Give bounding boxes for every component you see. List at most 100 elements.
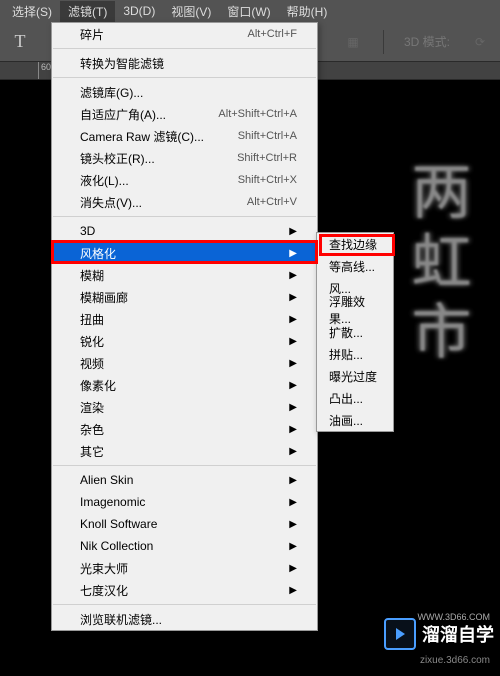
menu-item-label: 浏览联机滤镜... [80,611,162,628]
submenu-arrow-icon: ▶ [289,475,297,486]
stylize-menu-item[interactable]: 浮雕效果... [317,299,393,321]
submenu-arrow-icon: ▶ [289,270,297,281]
watermark-logo-icon [384,618,416,650]
submenu-arrow-icon: ▶ [289,292,297,303]
submenu-arrow-icon: ▶ [289,402,297,413]
stylize-menu-item[interactable]: 等高线... [317,255,393,277]
filter-menu-item[interactable]: 风格化 ▶ [52,242,317,264]
filter-menu-item[interactable]: Knoll Software▶ [52,513,317,535]
filter-menu-item[interactable]: 自适应广角(A)... Alt+Shift+Ctrl+A [52,103,317,125]
submenu-arrow-icon: ▶ [289,226,297,237]
menu-item-label: 其它 [80,443,104,460]
submenu-arrow-icon: ▶ [289,563,297,574]
menu-item-label: 锐化 [80,333,104,350]
panel-icon[interactable]: ▦ [343,32,363,52]
menu-view[interactable]: 视图(V) [163,1,219,22]
menu-item-label: 模糊 [80,267,104,284]
filter-menu-item[interactable]: 浏览联机滤镜... [52,608,317,630]
menu-item-label: 自适应广角(A)... [80,106,166,123]
submenu-arrow-icon: ▶ [289,424,297,435]
filter-menu-item[interactable]: 镜头校正(R)...Shift+Ctrl+R [52,147,317,169]
submenu-arrow-icon: ▶ [289,585,297,596]
filter-menu-item[interactable]: 像素化 ▶ [52,374,317,396]
filter-menu-item[interactable]: 其它 ▶ [52,440,317,462]
filter-menu-item[interactable]: 扭曲 ▶ [52,308,317,330]
filter-menu-item[interactable]: 3D ▶ [52,220,317,242]
watermark-sub: zixue.3d66.com [420,655,490,666]
filter-menu-item[interactable]: 杂色▶ [52,418,317,440]
toolbar-divider [383,30,384,54]
menu-separator [53,604,316,605]
filter-menu-item[interactable]: 锐化 ▶ [52,330,317,352]
menu-item-label: 滤镜库(G)... [80,84,143,101]
menu-item-label: 浮雕效果... [329,293,381,327]
menu-item-label: 视频 [80,355,104,372]
menu-item-shortcut: Alt+Ctrl+F [247,28,297,40]
menu-item-label: 液化(L)... [80,172,129,189]
menu-item-label: 消失点(V)... [80,194,142,211]
orbit-icon[interactable]: ⟳ [470,32,490,52]
menu-item-shortcut: Shift+Ctrl+R [237,152,297,164]
filter-menu-item[interactable]: 视频 ▶ [52,352,317,374]
submenu-arrow-icon: ▶ [289,380,297,391]
menu-item-label: 曝光过度 [329,368,377,385]
filter-menu-item[interactable]: 光束大师 ▶ [52,557,317,579]
menu-item-label: 拼贴... [329,346,363,363]
menu-item-label: 查找边缘 [329,236,377,253]
filter-menu-item[interactable]: 七度汉化 ▶ [52,579,317,601]
filter-dropdown: 碎片 Alt+Ctrl+F 转换为智能滤镜滤镜库(G)... 自适应广角(A)... A… [51,22,318,631]
menu-item-label: 凸出... [329,390,363,407]
filter-menu-item[interactable]: 消失点(V)... Alt+Ctrl+V [52,191,317,213]
menu-separator [53,48,316,49]
menu-item-shortcut: Alt+Shift+Ctrl+A [218,108,297,120]
stylize-menu-item[interactable]: 查找边缘 [317,233,393,255]
menu-item-label: Alien Skin [80,473,133,487]
submenu-arrow-icon: ▶ [289,248,297,259]
stylize-menu-item[interactable]: 曝光过度 [317,365,393,387]
submenu-arrow-icon: ▶ [289,446,297,457]
stylize-menu-item[interactable]: 油画... [317,409,393,431]
menu-select[interactable]: 选择(S) [4,1,60,22]
menu-window[interactable]: 窗口(W) [219,1,278,22]
filter-menu-item[interactable]: 模糊 ▶ [52,264,317,286]
menu-item-label: 等高线... [329,258,375,275]
filter-menu-item[interactable]: 滤镜库(G)... [52,81,317,103]
filter-menu-item[interactable]: 转换为智能滤镜 [52,52,317,74]
menu-item-label: 像素化 [80,377,116,394]
menu-3d[interactable]: 3D(D) [115,2,163,20]
menu-item-label: 3D [80,224,95,238]
menu-item-label: 风格化 [80,245,116,262]
filter-menu-item[interactable]: Imagenomic▶ [52,491,317,513]
menu-item-label: 七度汉化 [80,582,128,599]
submenu-arrow-icon: ▶ [289,497,297,508]
mode-label: 3D 模式: [404,33,450,50]
menu-item-label: 碎片 [80,26,104,43]
submenu-arrow-icon: ▶ [289,519,297,530]
submenu-arrow-icon: ▶ [289,314,297,325]
text-tool-icon[interactable]: T [10,32,30,52]
menu-item-shortcut: Shift+Ctrl+A [238,130,297,142]
filter-menu-item[interactable]: 碎片 Alt+Ctrl+F [52,23,317,45]
menu-item-label: 扭曲 [80,311,104,328]
submenu-arrow-icon: ▶ [289,358,297,369]
filter-menu-item[interactable]: Nik Collection▶ [52,535,317,557]
menu-item-label: 模糊画廊 [80,289,128,306]
filter-menu-item[interactable]: 模糊画廊 ▶ [52,286,317,308]
filter-menu-item[interactable]: 渲染▶ [52,396,317,418]
menu-item-shortcut: Alt+Ctrl+V [247,196,297,208]
canvas-text: 两虹市 [393,160,480,370]
submenu-arrow-icon: ▶ [289,336,297,347]
filter-menu-item[interactable]: 液化(L)... Shift+Ctrl+X [52,169,317,191]
stylize-menu-item[interactable]: 凸出... [317,387,393,409]
menu-help[interactable]: 帮助(H) [279,1,336,22]
menu-item-shortcut: Shift+Ctrl+X [238,174,297,186]
stylize-menu-item[interactable]: 扩散... [317,321,393,343]
filter-menu-item[interactable]: Alien Skin ▶ [52,469,317,491]
watermark: 溜溜自学 [384,618,494,650]
stylize-menu-item[interactable]: 拼贴... [317,343,393,365]
menu-item-label: 油画... [329,412,363,429]
filter-menu-item[interactable]: Camera Raw 滤镜(C)...Shift+Ctrl+A [52,125,317,147]
menu-item-label: 光束大师 [80,560,128,577]
ruler-tick: 60 [38,62,51,79]
menu-filter[interactable]: 滤镜(T) [60,1,115,22]
